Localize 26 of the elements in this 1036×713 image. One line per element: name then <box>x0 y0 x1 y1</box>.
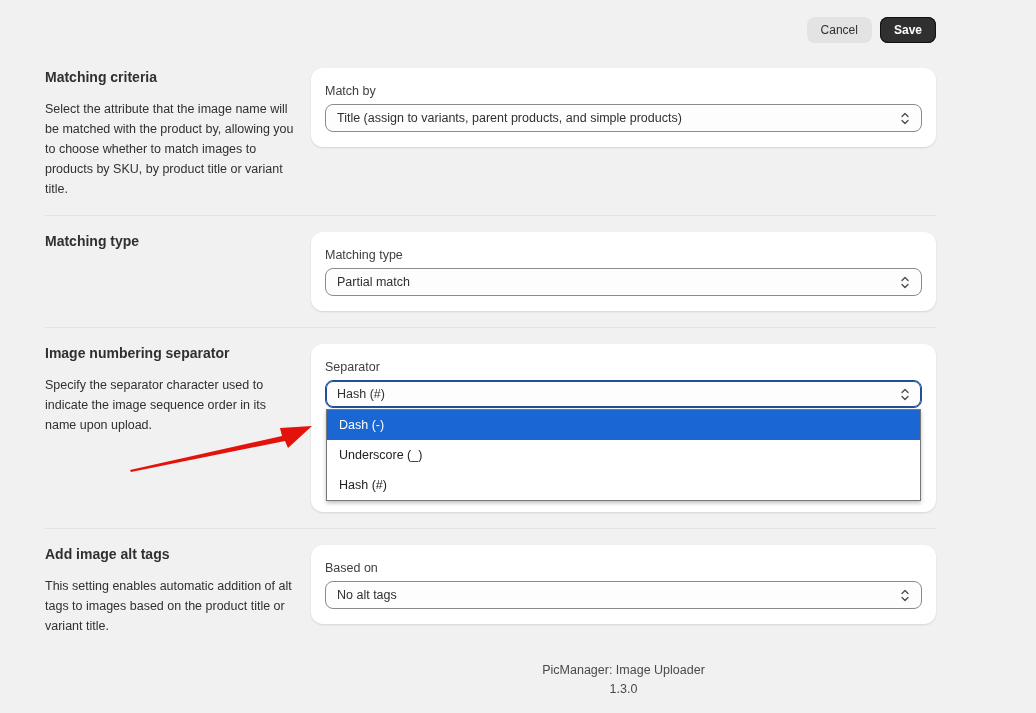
field-label: Based on <box>325 561 379 575</box>
select-field[interactable]: Title (assign to variants, parent products, and simple products) <box>325 104 922 132</box>
section-title: Matching criteria <box>45 69 159 85</box>
field-label: Match by <box>325 84 377 98</box>
cancel-button[interactable]: Cancel <box>806 17 872 43</box>
section-title: Matching type <box>45 233 141 249</box>
dropdown-option[interactable]: Underscore (_) <box>327 440 920 470</box>
app-name: PicManager: Image Uploader <box>541 662 706 679</box>
dropdown-option[interactable]: Dash (-) <box>327 410 920 440</box>
app-version: 1.3.0 <box>608 681 639 698</box>
save-button[interactable]: Save <box>879 17 936 43</box>
select-field[interactable]: Partial match <box>325 268 922 296</box>
chevron-up-down-icon <box>901 275 909 289</box>
field-label: Separator <box>325 360 381 374</box>
chevron-up-down-icon <box>901 588 909 602</box>
section-description: Select the attribute that the image name will be matched with the product by, allowing you to choose whether to match images to products by SKU, by product title or variant title. <box>45 101 295 198</box>
field-label: Matching type <box>325 248 404 262</box>
section-description: Specify the separator character used to indicate the image sequence order in its name upon upload. <box>45 377 267 434</box>
chevron-up-down-icon <box>901 111 909 125</box>
dropdown-option[interactable]: Hash (#) <box>327 470 920 500</box>
section-title: Add image alt tags <box>45 546 171 562</box>
select-field[interactable]: Hash (#) <box>325 380 922 408</box>
section-description: This setting enables automatic addition of alt tags to images based on the product title or variant title. <box>45 578 293 635</box>
section-title: Image numbering separator <box>45 345 231 361</box>
select-field[interactable]: No alt tags <box>325 581 922 609</box>
chevron-up-down-icon <box>901 387 909 401</box>
